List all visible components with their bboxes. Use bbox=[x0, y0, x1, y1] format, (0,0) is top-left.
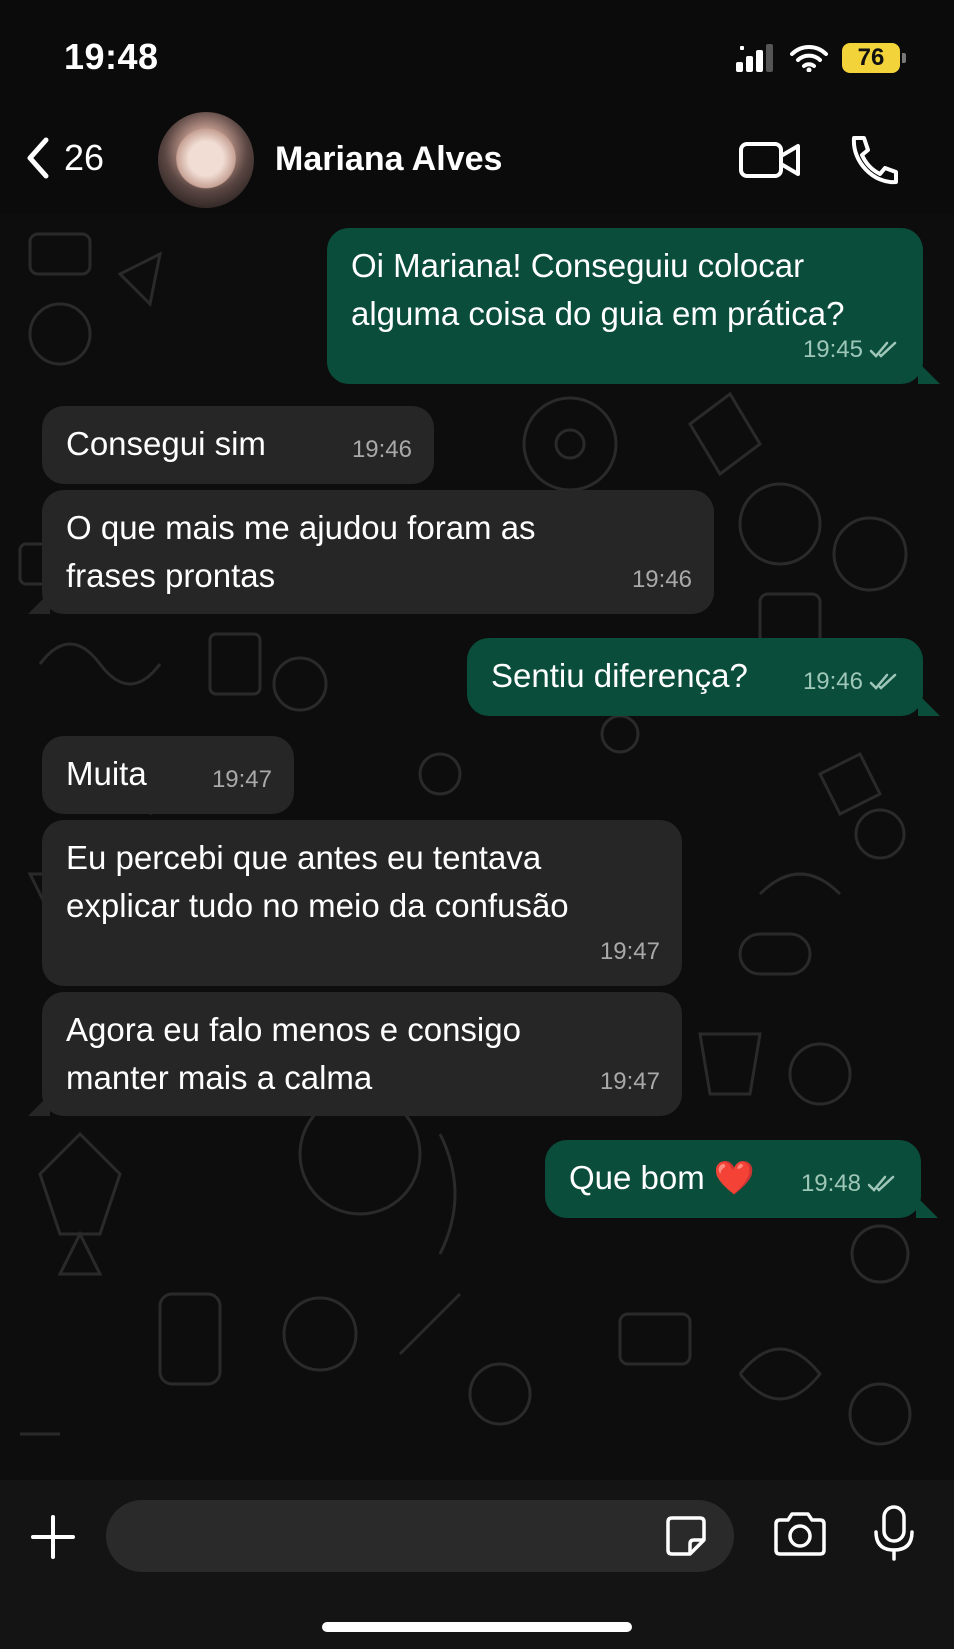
battery-level: 76 bbox=[857, 44, 885, 71]
chat-area[interactable]: Oi Mariana! Conseguiu colocar alguma coi… bbox=[0, 214, 954, 1480]
chat-header: 26 Mariana Alves bbox=[0, 110, 954, 215]
home-indicator[interactable] bbox=[322, 1622, 632, 1632]
message-timestamp: 19:47 bbox=[599, 938, 660, 965]
double-check-icon bbox=[869, 673, 897, 690]
message-time: 19:47 bbox=[600, 928, 660, 976]
message-timestamp: 19:47 bbox=[211, 766, 272, 793]
message-time: 19:47 bbox=[600, 1058, 660, 1106]
double-check-icon bbox=[867, 1175, 895, 1192]
message-timestamp: 19:45 bbox=[802, 336, 863, 363]
message-incoming[interactable]: Eu percebi que antes eu tentava explicar… bbox=[42, 820, 682, 986]
message-timestamp: 19:48 bbox=[800, 1170, 861, 1197]
message-outgoing[interactable]: Oi Mariana! Conseguiu colocar alguma coi… bbox=[327, 228, 923, 384]
bubble-tail bbox=[28, 1094, 50, 1116]
bubble-tail bbox=[28, 592, 50, 614]
message-text: Oi Mariana! Conseguiu colocar alguma coi… bbox=[351, 247, 845, 332]
avatar[interactable] bbox=[158, 112, 254, 208]
message-outgoing[interactable]: Sentiu diferença? 19:46 bbox=[467, 638, 923, 716]
wifi-icon bbox=[790, 44, 828, 72]
message-time: 19:48 bbox=[801, 1160, 899, 1208]
message-outgoing[interactable]: Que bom ❤️ 19:48 bbox=[545, 1140, 921, 1218]
sticker-icon[interactable] bbox=[664, 1514, 708, 1558]
message-timestamp: 19:46 bbox=[631, 566, 692, 593]
message-time: 19:45 bbox=[803, 326, 901, 374]
bubble-tail bbox=[916, 1196, 938, 1218]
contact-name[interactable]: Mariana Alves bbox=[275, 140, 502, 179]
microphone-icon[interactable] bbox=[872, 1504, 916, 1562]
chevron-left-icon bbox=[27, 137, 49, 179]
phone-call-icon[interactable] bbox=[846, 134, 900, 186]
video-call-icon[interactable] bbox=[738, 138, 802, 182]
message-time: 19:46 bbox=[352, 426, 412, 474]
message-text: O que mais me ajudou foram as frases pro… bbox=[66, 509, 536, 594]
message-timestamp: 19:47 bbox=[599, 1068, 660, 1095]
camera-icon[interactable] bbox=[772, 1510, 828, 1558]
message-incoming[interactable]: O que mais me ajudou foram as frases pro… bbox=[42, 490, 714, 614]
message-time: 19:47 bbox=[212, 756, 272, 804]
composer-bar bbox=[0, 1480, 954, 1649]
signal-icon bbox=[736, 44, 773, 72]
message-input[interactable] bbox=[106, 1500, 734, 1572]
plus-icon[interactable] bbox=[30, 1514, 76, 1560]
message-incoming[interactable]: Consegui sim 19:46 bbox=[42, 406, 434, 484]
double-check-icon bbox=[869, 341, 897, 358]
status-bar: 19:48 76 bbox=[0, 0, 954, 110]
message-text: Agora eu falo menos e consigo manter mai… bbox=[66, 1011, 521, 1096]
status-icons: 76 bbox=[736, 40, 906, 76]
message-timestamp: 19:46 bbox=[351, 436, 412, 463]
message-incoming[interactable]: Agora eu falo menos e consigo manter mai… bbox=[42, 992, 682, 1116]
status-time: 19:48 bbox=[64, 36, 159, 77]
message-incoming[interactable]: Muita 19:47 bbox=[42, 736, 294, 814]
bubble-tail bbox=[918, 694, 940, 716]
unread-count: 26 bbox=[64, 137, 105, 178]
message-text: Eu percebi que antes eu tentava explicar… bbox=[66, 839, 569, 924]
battery-indicator: 76 bbox=[842, 43, 906, 73]
message-time: 19:46 bbox=[632, 556, 692, 604]
back-button[interactable]: 26 bbox=[24, 136, 104, 180]
message-time: 19:46 bbox=[803, 658, 901, 706]
bubble-tail bbox=[918, 362, 940, 384]
message-timestamp: 19:46 bbox=[802, 668, 863, 695]
